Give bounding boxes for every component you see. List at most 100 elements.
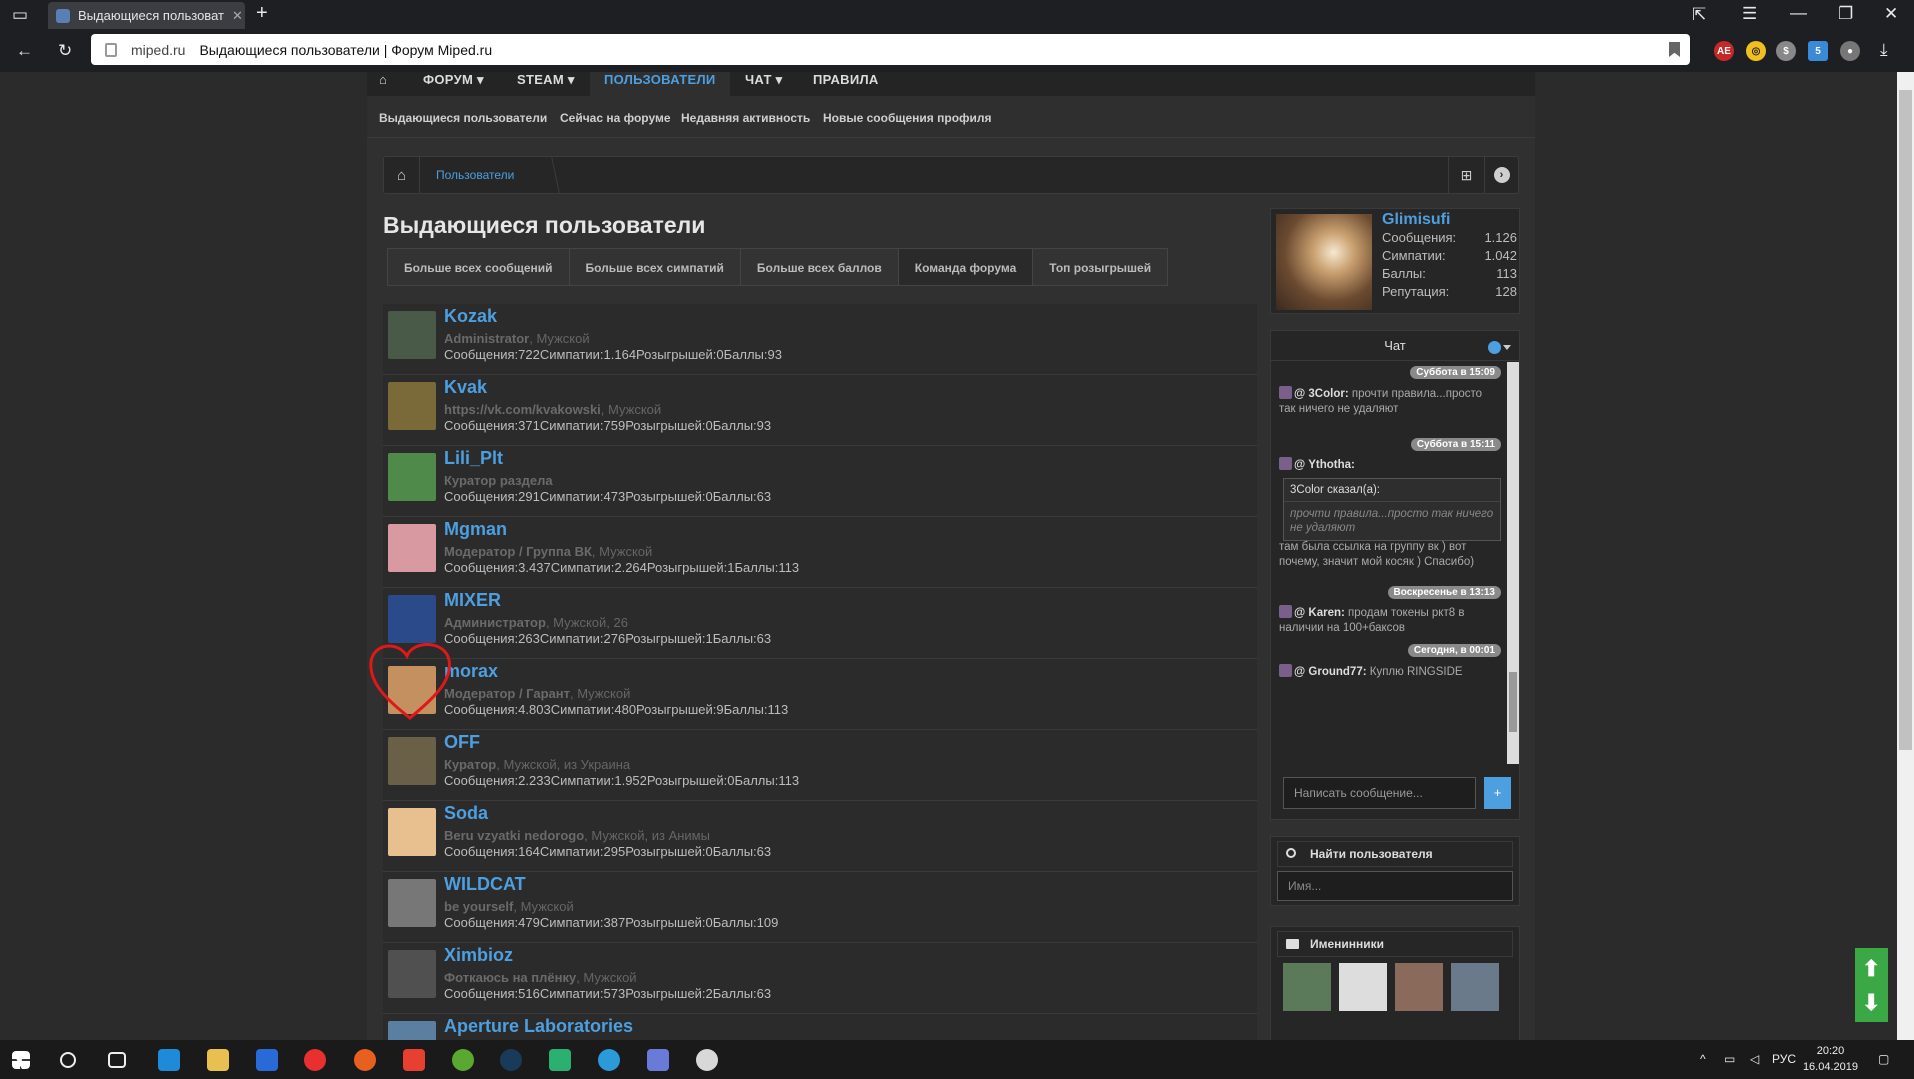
task-view-icon[interactable] bbox=[108, 1052, 126, 1068]
chat-scrollbar[interactable] bbox=[1507, 362, 1519, 764]
close-window-icon[interactable]: ✕ bbox=[1884, 5, 1898, 22]
member-stats: Сообщения:291Симпатии:473Розыгрышей:0Бал… bbox=[444, 489, 772, 504]
chat-title: Чат bbox=[1271, 331, 1519, 361]
chat-input[interactable]: Написать сообщение... bbox=[1283, 777, 1476, 809]
reload-icon[interactable]: ↻ bbox=[58, 42, 72, 59]
tab-most-points[interactable]: Больше всех баллов bbox=[739, 248, 899, 286]
avatar[interactable] bbox=[388, 737, 436, 785]
discord-icon[interactable] bbox=[647, 1049, 669, 1071]
jump-to-icon[interactable]: › bbox=[1484, 157, 1518, 193]
tab-top-giveaways[interactable]: Топ розыгрышей bbox=[1032, 248, 1169, 286]
avatar[interactable] bbox=[388, 808, 436, 856]
member-name[interactable]: Aperture Laboratories bbox=[444, 1016, 633, 1037]
minimize-icon[interactable]: — bbox=[1790, 4, 1807, 21]
restore-icon[interactable]: ❐ bbox=[1838, 5, 1853, 22]
visitor-avatar[interactable] bbox=[1276, 214, 1372, 310]
avatar[interactable] bbox=[388, 453, 436, 501]
window-scrollbar[interactable] bbox=[1897, 72, 1914, 1040]
nav-steam[interactable]: STEAM ▾ bbox=[517, 72, 575, 88]
member-name[interactable]: Kvak bbox=[444, 377, 487, 398]
avatar[interactable] bbox=[388, 879, 436, 927]
avatar[interactable] bbox=[388, 1021, 436, 1040]
url-field[interactable]: miped.ru Выдающиеся пользователи | Форум… bbox=[91, 34, 1690, 65]
sidebar-toggle-icon[interactable]: ▭ bbox=[12, 6, 28, 23]
search-icon[interactable] bbox=[60, 1052, 76, 1068]
member-name[interactable]: MIXER bbox=[444, 590, 501, 611]
bookmark-icon[interactable] bbox=[1669, 42, 1680, 57]
chat-send-button[interactable]: + bbox=[1484, 777, 1511, 809]
avatar[interactable] bbox=[388, 595, 436, 643]
subnav-online-now[interactable]: Сейчас на форуме bbox=[560, 111, 671, 125]
edge-icon[interactable] bbox=[158, 1049, 180, 1071]
tab-most-likes[interactable]: Больше всех симпатий bbox=[568, 248, 741, 286]
close-tab-icon[interactable]: ✕ bbox=[232, 8, 243, 24]
origin-icon[interactable] bbox=[354, 1049, 376, 1071]
avatar[interactable] bbox=[388, 311, 436, 359]
breadcrumb-home-icon[interactable]: ⌂ bbox=[384, 157, 420, 193]
visitor-name[interactable]: Glimisufi bbox=[1382, 211, 1450, 229]
volume-icon[interactable]: ◁ bbox=[1750, 1052, 1759, 1066]
home-nav-icon[interactable]: ⌂ bbox=[379, 72, 387, 87]
nav-rules[interactable]: ПРАВИЛА bbox=[813, 72, 879, 87]
avatar[interactable] bbox=[1395, 963, 1443, 1011]
member-name[interactable]: WILDCAT bbox=[444, 874, 526, 895]
scroll-down-icon[interactable]: ⬇ bbox=[1862, 990, 1880, 1016]
tab-staff[interactable]: Команда форума bbox=[897, 248, 1034, 286]
member-name[interactable]: Soda bbox=[444, 803, 488, 824]
menu-icon[interactable]: ☰ bbox=[1742, 5, 1757, 22]
avatar[interactable] bbox=[1339, 963, 1387, 1011]
new-tab-icon[interactable]: + bbox=[256, 3, 268, 23]
network-icon[interactable]: ▭ bbox=[1724, 1052, 1735, 1066]
member-name[interactable]: Mgman bbox=[444, 519, 507, 540]
store-icon[interactable] bbox=[256, 1049, 278, 1071]
avatar[interactable] bbox=[388, 382, 436, 430]
avatar[interactable] bbox=[388, 950, 436, 998]
download-icon[interactable]: ⤓ bbox=[1880, 41, 1888, 58]
sitemap-icon[interactable]: ⊞ bbox=[1448, 157, 1484, 193]
off-extension-icon[interactable]: 5 bbox=[1808, 41, 1828, 61]
avatar[interactable] bbox=[388, 524, 436, 572]
tray-chevron-icon[interactable]: ^ bbox=[1700, 1052, 1706, 1066]
nav-forum[interactable]: ФОРУМ ▾ bbox=[423, 72, 484, 88]
steam-icon[interactable] bbox=[500, 1049, 522, 1071]
avatar[interactable] bbox=[1451, 963, 1499, 1011]
member-name[interactable]: Kozak bbox=[444, 306, 497, 327]
avatar[interactable] bbox=[1283, 963, 1331, 1011]
chat-settings-icon[interactable] bbox=[1488, 341, 1501, 354]
subnav-notable-members[interactable]: Выдающиеся пользователи bbox=[379, 111, 547, 125]
chevron-down-icon[interactable] bbox=[1503, 345, 1511, 350]
subnav-recent-activity[interactable]: Недавняя активность bbox=[681, 111, 810, 125]
explorer-icon[interactable] bbox=[207, 1049, 229, 1071]
breadcrumb-users[interactable]: Пользователи bbox=[436, 168, 514, 182]
game-icon[interactable] bbox=[549, 1049, 571, 1071]
yandex-browser-icon[interactable] bbox=[304, 1049, 326, 1071]
start-icon[interactable] bbox=[12, 1051, 30, 1069]
member-name[interactable]: Lili_Plt bbox=[444, 448, 503, 469]
member-name[interactable]: Ximbioz bbox=[444, 945, 513, 966]
torrent-icon[interactable] bbox=[452, 1049, 474, 1071]
coin-extension-icon[interactable]: ◎ bbox=[1746, 41, 1766, 61]
app-icon[interactable] bbox=[403, 1049, 425, 1071]
member-name[interactable]: OFF bbox=[444, 732, 480, 753]
notifications-icon[interactable]: ▢ bbox=[1878, 1052, 1889, 1066]
dollar-extension-icon[interactable]: $ bbox=[1776, 41, 1796, 61]
tab-most-messages[interactable]: Больше всех сообщений bbox=[387, 248, 570, 286]
language-indicator[interactable]: РУС bbox=[1772, 1052, 1796, 1066]
member-stats: Сообщения:164Симпатии:295Розыгрышей:0Бал… bbox=[444, 844, 772, 859]
breadcrumb-separator bbox=[540, 157, 560, 193]
adblock-extension-icon[interactable]: AE bbox=[1714, 41, 1734, 61]
lock-icon bbox=[105, 42, 117, 57]
bookmarks-icon[interactable]: ⇱ bbox=[1692, 6, 1706, 23]
subnav-new-profile-posts[interactable]: Новые сообщения профиля bbox=[823, 111, 992, 125]
nav-users[interactable]: ПОЛЬЗОВАТЕЛИ bbox=[590, 72, 730, 96]
scroll-up-icon[interactable]: ⬆ bbox=[1862, 956, 1880, 982]
bulb-extension-icon[interactable]: ● bbox=[1840, 41, 1860, 61]
clock[interactable]: 20:20 16.04.2019 bbox=[1803, 1043, 1858, 1075]
telegram-icon[interactable] bbox=[598, 1049, 620, 1071]
browser-tab[interactable]: Выдающиеся пользоват ✕ bbox=[48, 2, 245, 29]
member-title: Administrator, Мужской bbox=[444, 331, 590, 346]
find-user-input[interactable]: Имя... bbox=[1277, 871, 1513, 901]
nav-chat[interactable]: ЧАТ ▾ bbox=[745, 72, 782, 88]
app-icon[interactable] bbox=[696, 1049, 718, 1071]
back-icon[interactable]: ← bbox=[16, 42, 33, 59]
